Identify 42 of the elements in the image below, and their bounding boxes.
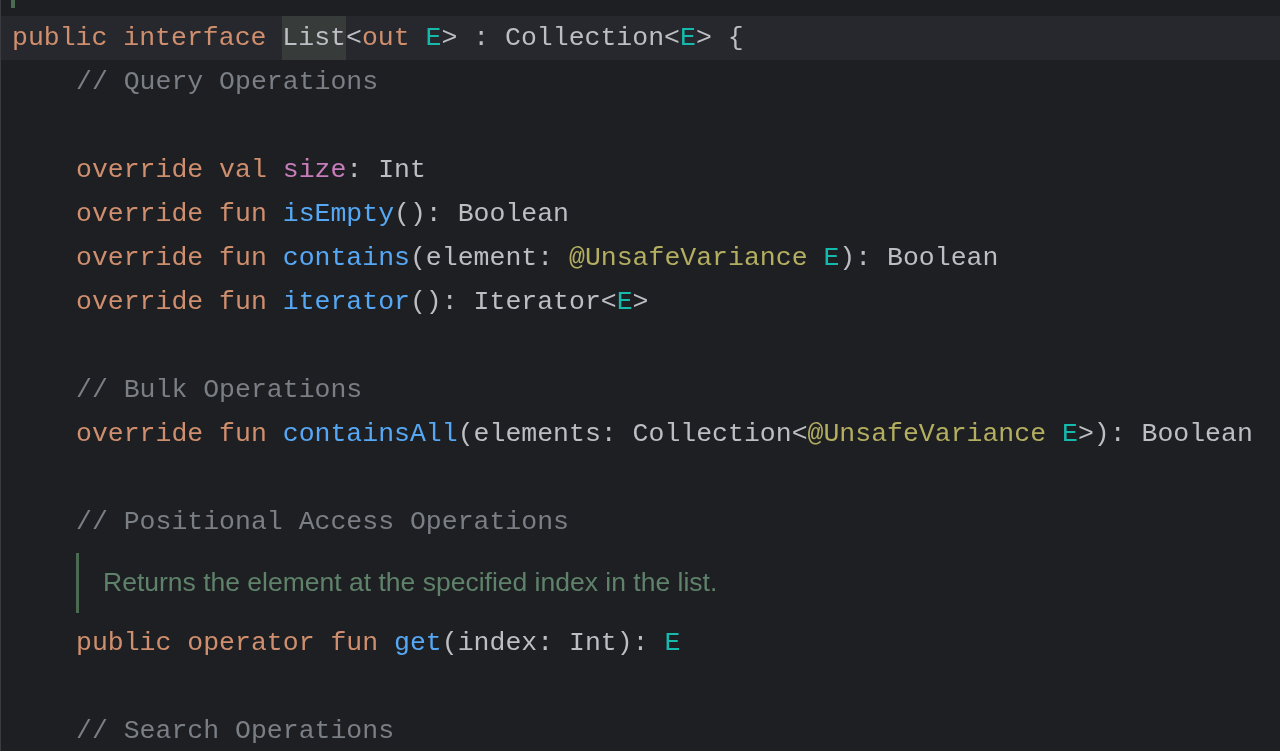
code-token: override fun	[76, 242, 268, 275]
code-token: ): Boolean	[839, 242, 999, 275]
code-token: override fun	[76, 198, 268, 231]
code-token: E	[1062, 418, 1078, 451]
code-token: >	[632, 286, 649, 319]
code-token: override fun	[76, 286, 268, 319]
code-token: size	[282, 154, 347, 187]
code-token: > : Collection<	[441, 22, 680, 55]
doc-comment-bar	[76, 552, 79, 613]
code-token: // Query Operations	[76, 66, 379, 99]
code-token: (): Iterator<	[409, 286, 617, 319]
change-marker	[11, 0, 15, 8]
code-token: out	[361, 22, 411, 55]
doc-comment-text: Returns the element at the specified index in the list.	[103, 567, 718, 598]
code-token: // Bulk Operations	[76, 374, 363, 407]
code-token: // Search Operations	[76, 715, 395, 748]
code-token: get	[394, 627, 442, 660]
code-token: > {	[695, 22, 744, 55]
code-token: public operator fun	[76, 627, 380, 660]
code-token: override fun	[76, 418, 268, 451]
code-token: >): Boolean	[1077, 418, 1253, 451]
code-token: @UnsafeVariance	[569, 242, 809, 275]
code-token: (elements: Collection<	[457, 418, 808, 451]
code-token: iterator	[282, 286, 410, 319]
code-token: <	[346, 22, 362, 55]
code-token: @UnsafeVariance	[807, 418, 1048, 451]
code-token: override val	[76, 154, 268, 187]
code-token: public interface	[12, 22, 268, 55]
code-token: isEmpty	[282, 198, 395, 231]
code-token: (element:	[409, 242, 555, 275]
code-token: (): Boolean	[394, 198, 569, 231]
code-token: E	[664, 627, 681, 660]
code-token: E	[616, 286, 633, 319]
code-token: contains	[282, 242, 410, 275]
code-token: (index: Int):	[441, 627, 650, 660]
code-token: E	[425, 22, 442, 55]
code-token: E	[823, 242, 840, 275]
code-token: E	[679, 22, 696, 55]
code-token: // Positional Access Operations	[76, 506, 569, 539]
code-token: : Int	[346, 154, 426, 187]
code-token: containsAll	[282, 418, 458, 451]
code-token: List	[282, 16, 346, 60]
